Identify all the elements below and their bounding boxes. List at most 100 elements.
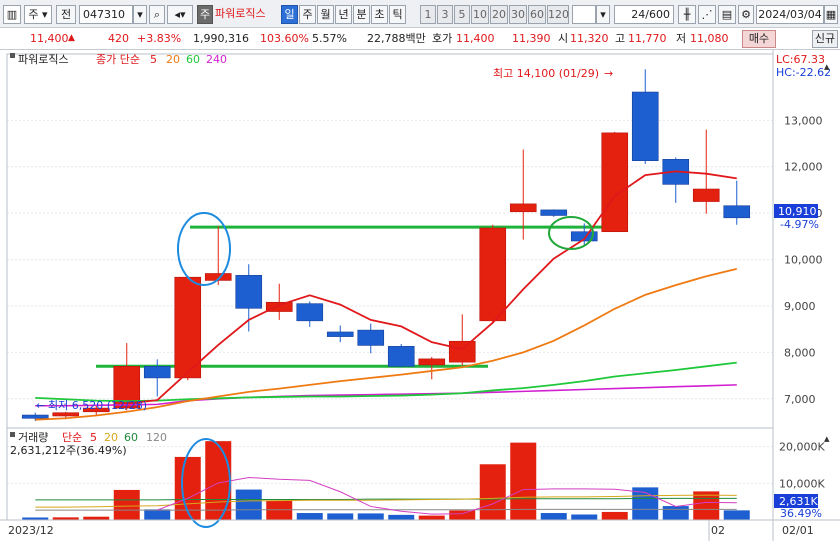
low-price: 11,080 xyxy=(690,32,729,45)
trade-amount: 22,788백만 xyxy=(367,32,426,45)
save-icon[interactable]: ▤ xyxy=(718,5,736,24)
period-tab-6[interactable]: 틱 xyxy=(389,5,406,24)
interval-tab-60[interactable]: 60 xyxy=(528,5,546,24)
candle-body xyxy=(174,276,202,379)
date-axis-right: 02/01 xyxy=(782,524,814,537)
high-label: 고 xyxy=(615,32,626,45)
interval-input[interactable] xyxy=(572,5,596,24)
date-input[interactable]: 2024/03/04 xyxy=(756,5,824,24)
expand-up-icon[interactable]: ▴ xyxy=(824,60,830,73)
price-tick-label: 7,000 xyxy=(784,393,816,406)
data-count-total: /600 xyxy=(645,8,670,21)
volume-bar xyxy=(296,513,323,520)
interval-tab-3[interactable]: 3 xyxy=(437,5,453,24)
data-count[interactable]: 24/600 xyxy=(614,5,674,24)
price-tag-value: 10,910 xyxy=(778,205,817,218)
candle-body xyxy=(52,412,80,417)
stock-badge: 주 xyxy=(197,5,213,24)
period-tab-3[interactable]: 년 xyxy=(335,5,352,24)
chart-toolbar: ▥ 주 ▾ 전 047310 ▾ ⌕ ◂▾ 주 파워로직스 ▾ 24/600 ╫… xyxy=(0,0,840,28)
stock-code-input[interactable]: 047310 xyxy=(79,5,133,24)
interval-dropdown-icon[interactable]: ▾ xyxy=(596,5,610,24)
search-icon[interactable]: ⌕ xyxy=(149,5,165,24)
volume-bar xyxy=(510,442,537,520)
interval-tab-20[interactable]: 20 xyxy=(490,5,508,24)
interval-tab-10[interactable]: 10 xyxy=(471,5,489,24)
candle-body xyxy=(631,91,659,162)
period-tab-5[interactable]: 초 xyxy=(371,5,388,24)
volume-legend-ma-5: 5 xyxy=(90,431,97,444)
volume-bar xyxy=(693,491,720,520)
buy-button[interactable]: 매수 xyxy=(742,30,776,48)
volume-tag-pct: 36.49% xyxy=(780,507,822,520)
candle-body xyxy=(601,132,629,233)
legend-ma-20: 20 xyxy=(166,53,180,66)
price-change-pct: +3.83% xyxy=(137,32,182,45)
volume-legend-ma-120: 120 xyxy=(146,431,167,444)
vma120-line xyxy=(35,508,737,511)
low-arrow-icon: ← xyxy=(36,399,45,412)
interval-tab-120[interactable]: 120 xyxy=(547,5,569,24)
price-chart[interactable]: 7,0008,0009,00010,00011,00012,00013,000 … xyxy=(0,50,840,541)
settings-icon[interactable]: ⚙ xyxy=(738,5,754,24)
open-price: 11,320 xyxy=(570,32,609,45)
interval-tab-1[interactable]: 1 xyxy=(420,5,436,24)
candle-body xyxy=(235,275,263,309)
legend-grip-icon xyxy=(10,53,15,58)
moving-average-lines xyxy=(35,170,737,421)
data-count-value: 24 xyxy=(631,8,646,21)
volume-bar xyxy=(144,509,171,520)
ask-price-2: 11,390 xyxy=(512,32,551,45)
interval-tab-5[interactable]: 5 xyxy=(454,5,470,24)
period-tab-4[interactable]: 분 xyxy=(353,5,370,24)
volume-bar xyxy=(479,464,506,520)
high-arrow-icon: → xyxy=(604,67,613,80)
price-tag-pct: -4.97% xyxy=(780,218,819,231)
candle-body xyxy=(448,340,476,363)
volume-legend-value: 2,631,212주(36.49%) xyxy=(10,444,127,457)
candle-body xyxy=(296,303,324,322)
volume-bar xyxy=(235,489,262,520)
prev-button[interactable]: 전 xyxy=(56,5,76,24)
volume-bar xyxy=(266,500,293,520)
interval-tab-30[interactable]: 30 xyxy=(509,5,527,24)
calendar-icon[interactable]: ▦ xyxy=(824,5,838,24)
period-tab-1[interactable]: 주 xyxy=(299,5,316,24)
chart-type-icon[interactable]: ╫ xyxy=(678,5,696,24)
expand-volume-icon[interactable]: ▴ xyxy=(824,432,830,445)
price-change: 420 xyxy=(108,32,129,45)
candle-body xyxy=(540,209,568,216)
volume-legend-ma-label: 단순 xyxy=(62,431,82,444)
new-button[interactable]: 신규 xyxy=(812,30,838,48)
volume-legend-ma-20: 20 xyxy=(104,431,118,444)
candle-body xyxy=(723,205,751,219)
window-menu-icon[interactable]: ▥ xyxy=(3,5,21,24)
candle-body xyxy=(387,346,415,367)
period-tab-2[interactable]: 월 xyxy=(317,5,334,24)
legend-ma-240: 240 xyxy=(206,53,227,66)
lc-value: LC:67.33 xyxy=(776,53,825,66)
chart-grid xyxy=(7,119,773,484)
ask-label: 호가 xyxy=(432,32,453,45)
price-tick-label: 10,000 xyxy=(784,254,823,267)
period-tab-0[interactable]: 일 xyxy=(281,5,298,24)
candle-body xyxy=(509,203,537,213)
volume-ratio: 103.60% xyxy=(260,32,309,45)
sound-icon[interactable]: ◂▾ xyxy=(167,5,193,24)
volume-bar xyxy=(357,513,384,520)
indicator-icon[interactable]: ⋰ xyxy=(698,5,716,24)
volume-legend: 거래량 단순 5 20 60 120 2,631,212주(36.49%) xyxy=(10,431,167,457)
candle-body xyxy=(326,331,354,337)
legend-name: 파워로직스 xyxy=(18,53,69,66)
type-select[interactable]: 주 ▾ xyxy=(24,5,52,24)
volume-bar xyxy=(388,514,415,520)
ask-price-1: 11,400 xyxy=(456,32,495,45)
price-tick-label: 8,000 xyxy=(784,346,816,359)
candle-body xyxy=(692,188,720,202)
code-dropdown-icon[interactable]: ▾ xyxy=(133,5,147,24)
candle-body xyxy=(143,366,171,379)
date-axis-mid: 02 xyxy=(711,524,725,537)
volume-bar xyxy=(327,513,354,520)
highlight-ellipse-1 xyxy=(177,212,231,286)
candle-body xyxy=(479,227,507,322)
